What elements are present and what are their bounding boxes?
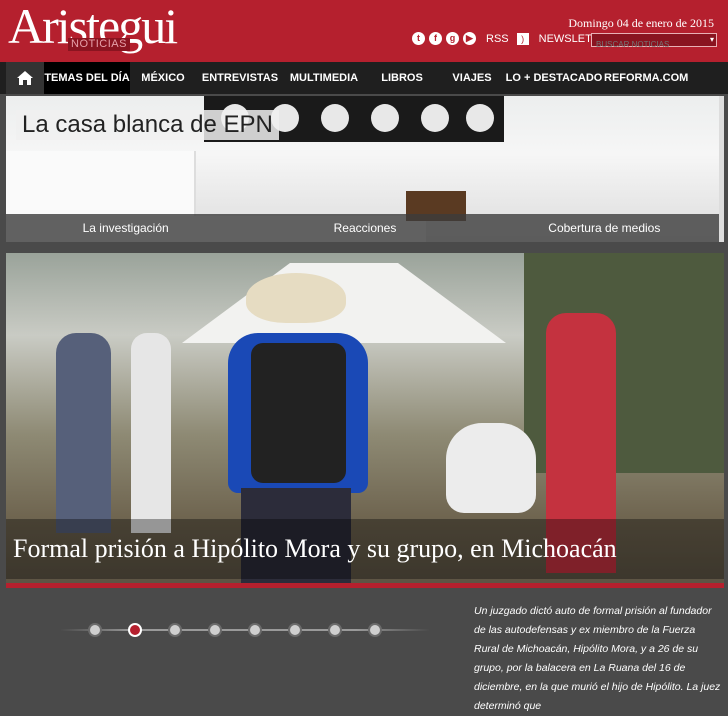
logo-subtitle: NOTICIAS — [68, 38, 130, 51]
banner-decor — [421, 104, 449, 132]
slider-controls: Un juzgado dictó auto de formal prisión … — [6, 588, 724, 712]
hero-photo-person — [56, 333, 111, 533]
slide-dot[interactable] — [168, 623, 182, 637]
banner-sofa — [6, 151, 196, 221]
rss-icon[interactable]: ) — [516, 32, 529, 45]
nav-item-lo-mas-destacado[interactable]: LO + DESTACADO — [504, 62, 604, 94]
banner-decor — [466, 104, 494, 132]
home-icon — [17, 71, 33, 85]
twitter-icon[interactable]: t — [412, 32, 425, 45]
nav-item-reforma[interactable]: REFORMA.COM — [604, 62, 688, 94]
slide-dot[interactable] — [248, 623, 262, 637]
nav-item-mexico[interactable]: MÉXICO — [130, 62, 196, 94]
banner-decor — [321, 104, 349, 132]
home-button[interactable] — [6, 62, 44, 94]
youtube-icon[interactable]: ▶ — [463, 32, 476, 45]
nav-item-multimedia[interactable]: MULTIMEDIA — [284, 62, 364, 94]
facebook-icon[interactable]: f — [429, 32, 442, 45]
feature-banner[interactable]: La casa blanca de EPN La investigación R… — [6, 96, 724, 242]
site-logo[interactable]: Aristegui NOTICIAS — [8, 0, 178, 58]
social-links: t f g ▶ RSS ) NEWSLETTER — [412, 32, 614, 45]
chevron-down-icon[interactable]: ▾ — [710, 35, 714, 44]
hero-slide[interactable]: Formal prisión a Hipólito Mora y su grup… — [6, 253, 724, 583]
feature-title[interactable]: La casa blanca de EPN — [16, 110, 279, 140]
slide-dot[interactable] — [88, 623, 102, 637]
tab-cobertura[interactable]: Cobertura de medios — [485, 214, 724, 242]
slide-pagination — [60, 623, 430, 637]
main-nav: TEMAS DEL DÍA MÉXICO ENTREVISTAS MULTIME… — [0, 62, 728, 94]
hero-headline[interactable]: Formal prisión a Hipólito Mora y su grup… — [6, 519, 724, 579]
slide-dot[interactable] — [288, 623, 302, 637]
slide-dot[interactable] — [368, 623, 382, 637]
hero-photo-person — [131, 333, 171, 533]
slide-dot[interactable] — [208, 623, 222, 637]
search-box: ▾ — [591, 33, 717, 51]
hero-summary[interactable]: Un juzgado dictó auto de formal prisión … — [474, 602, 722, 716]
nav-item-libros[interactable]: LIBROS — [364, 62, 440, 94]
tab-reacciones[interactable]: Reacciones — [245, 214, 484, 242]
banner-decor — [371, 104, 399, 132]
google-plus-icon[interactable]: g — [446, 32, 459, 45]
hero-photo-motorcycle — [446, 423, 536, 513]
slide-dot[interactable] — [328, 623, 342, 637]
nav-item-viajes[interactable]: VIAJES — [440, 62, 504, 94]
nav-item-temas-del-dia[interactable]: TEMAS DEL DÍA — [44, 62, 130, 94]
banner-scrollbar[interactable] — [719, 96, 724, 242]
rss-link[interactable]: RSS — [486, 33, 509, 45]
nav-item-entrevistas[interactable]: ENTREVISTAS — [196, 62, 284, 94]
current-date: Domingo 04 de enero de 2015 — [568, 16, 714, 30]
site-header: Aristegui NOTICIAS Domingo 04 de enero d… — [0, 0, 728, 62]
feature-tabs: La investigación Reacciones Cobertura de… — [6, 214, 724, 242]
slide-dot[interactable] — [128, 623, 142, 637]
search-input[interactable] — [592, 38, 700, 51]
tab-investigacion[interactable]: La investigación — [6, 214, 245, 242]
